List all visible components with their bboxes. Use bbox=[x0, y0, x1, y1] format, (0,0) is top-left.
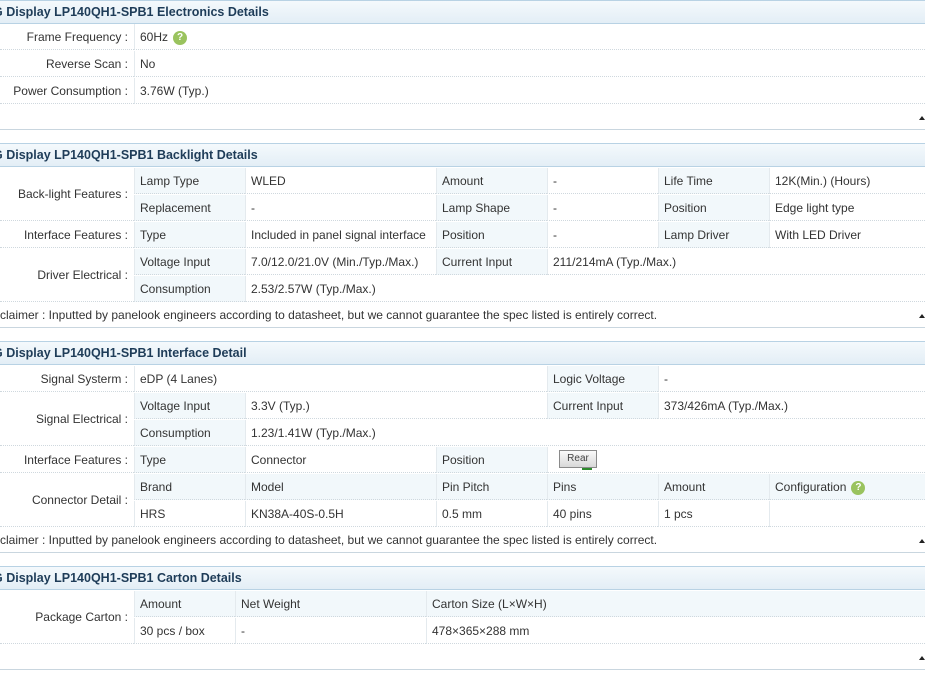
position-key: Position bbox=[658, 195, 769, 221]
connector-detail-label: Connector Detail : bbox=[0, 474, 134, 527]
interface-features-label: Interface Features : bbox=[0, 222, 134, 248]
help-icon[interactable]: ? bbox=[173, 30, 188, 45]
conn-brand-value: HRS bbox=[134, 501, 245, 527]
conn-header-amount: Amount bbox=[658, 474, 769, 500]
voltage-input-key: Voltage Input bbox=[134, 249, 245, 275]
interface-footer bbox=[0, 552, 925, 553]
electronics-section-title: G Display LP140QH1-SPB1 Electronics Deta… bbox=[0, 0, 925, 24]
conn-model-value: KN38A-40S-0.5H bbox=[245, 501, 436, 527]
lamp-driver-value: With LED Driver bbox=[769, 222, 925, 248]
lamp-type-value: WLED bbox=[245, 168, 436, 194]
backlight-footer bbox=[0, 327, 925, 328]
collapse-arrow-icon[interactable] bbox=[919, 116, 925, 120]
current-input-value: 211/214mA (Typ./Max.) bbox=[547, 249, 925, 275]
conn-header-model: Model bbox=[245, 474, 436, 500]
rear-position-button[interactable]: Rear bbox=[559, 450, 597, 470]
carton-section-title: G Display LP140QH1-SPB1 Carton Details bbox=[0, 566, 925, 590]
life-time-key: Life Time bbox=[658, 168, 769, 194]
type-key: Type bbox=[134, 222, 245, 248]
consumption-value: 2.53/2.57W (Typ./Max.) bbox=[245, 276, 925, 302]
signal-system-value: eDP (4 Lanes) bbox=[134, 366, 547, 392]
carton-header-net-weight: Net Weight bbox=[235, 591, 426, 617]
conn-pin-pitch-value: 0.5 mm bbox=[436, 501, 547, 527]
carton-footer bbox=[0, 669, 925, 670]
frame-frequency-value: 60Hz? bbox=[134, 24, 925, 50]
interface-section-title: G Display LP140QH1-SPB1 Interface Detail bbox=[0, 341, 925, 365]
conn-pins-value: 40 pins bbox=[547, 501, 658, 527]
logic-voltage-key: Logic Voltage bbox=[547, 366, 658, 392]
power-consumption-label: Power Consumption : bbox=[0, 78, 134, 104]
type-value: Included in panel signal interface bbox=[245, 222, 436, 248]
conn-configuration-value bbox=[769, 501, 925, 527]
iface-type-key: Type bbox=[134, 447, 245, 473]
collapse-arrow-icon[interactable] bbox=[919, 656, 925, 660]
conn-header-pins: Pins bbox=[547, 474, 658, 500]
sig-voltage-input-key: Voltage Input bbox=[134, 393, 245, 419]
sig-consumption-key: Consumption bbox=[134, 420, 245, 446]
collapse-arrow-icon[interactable] bbox=[919, 314, 925, 318]
logic-voltage-value: - bbox=[658, 366, 925, 392]
reverse-scan-label: Reverse Scan : bbox=[0, 51, 134, 77]
carton-amount-value: 30 pcs / box bbox=[134, 618, 235, 644]
lamp-shape-value: - bbox=[547, 195, 658, 221]
iface-position-value: - bbox=[547, 222, 658, 248]
collapse-arrow-icon[interactable] bbox=[919, 539, 925, 543]
carton-header-amount: Amount bbox=[134, 591, 235, 617]
signal-electrical-label: Signal Electrical : bbox=[0, 393, 134, 446]
amount-key: Amount bbox=[436, 168, 547, 194]
conn-header-configuration: Configuration? bbox=[769, 474, 925, 500]
driver-electrical-label: Driver Electrical : bbox=[0, 249, 134, 302]
backlight-disclaimer: sclaimer : Inputted by panelook engineer… bbox=[0, 308, 658, 322]
consumption-key: Consumption bbox=[134, 276, 245, 302]
package-carton-label: Package Carton : bbox=[0, 591, 134, 644]
iface-pos-value: Rear bbox=[547, 447, 925, 473]
conn-amount-value: 1 pcs bbox=[658, 501, 769, 527]
signal-system-label: Signal Systerm : bbox=[0, 366, 134, 392]
power-consumption-value: 3.76W (Typ.) bbox=[134, 78, 925, 104]
lamp-driver-key: Lamp Driver bbox=[658, 222, 769, 248]
lamp-shape-key: Lamp Shape bbox=[436, 195, 547, 221]
life-time-value: 12K(Min.) (Hours) bbox=[769, 168, 925, 194]
interface-disclaimer: sclaimer : Inputted by panelook engineer… bbox=[0, 533, 658, 547]
help-icon[interactable]: ? bbox=[851, 480, 866, 495]
reverse-scan-value: No bbox=[134, 51, 925, 77]
frame-frequency-label: Frame Frequency : bbox=[0, 24, 134, 50]
current-input-key: Current Input bbox=[436, 249, 547, 275]
carton-header-size: Carton Size (L×W×H) bbox=[426, 591, 925, 617]
sig-current-input-value: 373/426mA (Typ./Max.) bbox=[658, 393, 925, 419]
backlight-features-label: Back-light Features : bbox=[0, 168, 134, 221]
replacement-value: - bbox=[245, 195, 436, 221]
conn-header-pin-pitch: Pin Pitch bbox=[436, 474, 547, 500]
amount-value: - bbox=[547, 168, 658, 194]
iface-features-label: Interface Features : bbox=[0, 447, 134, 473]
frame-frequency-text: 60Hz bbox=[140, 30, 169, 44]
sig-voltage-input-value: 3.3V (Typ.) bbox=[245, 393, 547, 419]
carton-size-value: 478×365×288 mm bbox=[426, 618, 925, 644]
iface-pos-key: Position bbox=[436, 447, 547, 473]
replacement-key: Replacement bbox=[134, 195, 245, 221]
iface-position-key: Position bbox=[436, 222, 547, 248]
electronics-footer bbox=[0, 129, 925, 130]
sig-consumption-value: 1.23/1.41W (Typ./Max.) bbox=[245, 420, 925, 446]
carton-net-weight-value: - bbox=[235, 618, 426, 644]
position-value: Edge light type bbox=[769, 195, 925, 221]
voltage-input-value: 7.0/12.0/21.0V (Min./Typ./Max.) bbox=[245, 249, 436, 275]
iface-type-value: Connector bbox=[245, 447, 436, 473]
lamp-type-key: Lamp Type bbox=[134, 168, 245, 194]
sig-current-input-key: Current Input bbox=[547, 393, 658, 419]
conn-config-text: Configuration bbox=[775, 480, 847, 494]
conn-header-brand: Brand bbox=[134, 474, 245, 500]
backlight-section-title: G Display LP140QH1-SPB1 Backlight Detail… bbox=[0, 143, 925, 167]
